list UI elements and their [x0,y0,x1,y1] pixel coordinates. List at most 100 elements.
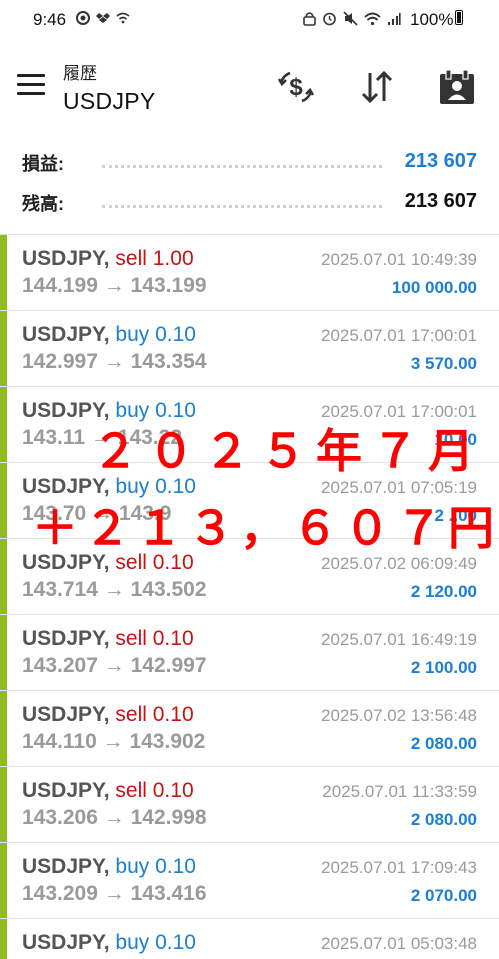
trade-symbol: USDJPY, sell 1.00 [22,247,194,270]
signal-icon [387,12,401,31]
dropbox-icon [96,11,110,25]
trade-time: 2025.07.01 10:49:39 [321,250,477,269]
position-marker [0,387,7,463]
trade-symbol: USDJPY, buy 0.10 [22,931,196,954]
menu-icon[interactable] [17,74,45,96]
profit-label: 損益: [22,154,64,174]
trade-time: 2025.07.02 13:56:48 [321,706,477,725]
position-marker [0,463,7,539]
trade-row[interactable]: USDJPY, buy 0.10 143.11 → 143.22 2025.07… [0,386,499,463]
trade-symbol: USDJPY, sell 0.10 [22,551,194,574]
balance-value: 213 607 [404,190,477,212]
calendar-person-icon [440,69,474,104]
calendar-button[interactable] [437,67,477,107]
trade-prices: 143.714 → 143.502 [22,578,207,601]
trade-prices: 143.206 → 142.998 [22,806,207,829]
trade-side: buy 0.10 [115,855,196,878]
trade-time: 2025.07.01 17:00:01 [321,326,477,345]
trade-side: buy 0.10 [115,323,196,346]
page-title: USDJPY [63,88,156,114]
trade-symbol: USDJPY, sell 0.10 [22,779,194,802]
trade-side: sell 1.00 [115,247,194,270]
trade-prices: 144.199 → 143.199 [22,274,207,297]
system-icons [303,11,401,31]
trade-symbol: USDJPY, buy 0.10 [22,855,196,878]
trade-profit: 2 ..00 [434,506,477,525]
position-marker [0,539,7,615]
trade-row[interactable]: USDJPY, buy 0.10 143.209 → 143.416 2025.… [0,842,499,919]
trade-row[interactable]: USDJPY, buy 0.10 2025.07.01 05:03:48 [0,918,499,959]
trade-side: sell 0.10 [115,551,194,574]
trade-time: 2025.07.01 11:33:59 [322,782,477,801]
trade-row[interactable]: USDJPY, sell 0.10 143.206 → 142.998 2025… [0,766,499,843]
trade-symbol: USDJPY, buy 0.10 [22,323,196,346]
trade-profit: 2 100.00 [410,658,477,677]
trade-profit: 2 120.00 [410,582,477,601]
wifi-off-icon [116,11,130,25]
trade-symbol: USDJPY, sell 0.10 [22,703,194,726]
status-time: 9:46 [33,10,67,29]
trade-time: 2025.07.01 17:00:01 [321,402,477,421]
trade-prices: 143.207 → 142.997 [22,654,207,677]
battery-percent: 100% [410,10,454,29]
trade-prices: 144.110 → 143.902 [22,730,206,753]
trade-prices: 143.209 → 143.416 [22,882,207,905]
trade-prices: 143.70 → 143.9 [22,502,172,525]
trade-time: 2025.07.01 17:09:43 [321,858,477,877]
trade-symbol: USDJPY, buy 0.10 [22,399,196,422]
lock-icon [303,11,316,31]
trade-row[interactable]: USDJPY, buy 0.10 143.70 → 143.9 2025.07.… [0,462,499,539]
trade-symbol: USDJPY, sell 0.10 [22,627,194,650]
trade-profit: 2 070.00 [410,886,477,905]
trade-row[interactable]: USDJPY, sell 0.10 143.207 → 142.997 2025… [0,614,499,691]
trade-time: 2025.07.01 07:05:19 [321,478,477,497]
position-marker [0,235,7,311]
position-marker [0,691,7,767]
trade-side: buy 0.10 [115,399,196,422]
dotted-leader [102,205,382,208]
page-subtitle: 履歴 [63,64,97,83]
alarm-icon [322,11,337,31]
trade-profit: 2 080.00 [410,810,477,829]
sort-button[interactable] [357,67,397,107]
profit-row: 損益: 213 607 [22,150,477,182]
trade-row[interactable]: USDJPY, buy 0.10 142.997 → 143.354 2025.… [0,310,499,387]
mute-icon [343,11,358,31]
trade-prices: 143.11 → 143.22 [22,426,182,449]
trade-side: sell 0.10 [115,627,194,650]
trade-prices: 142.997 → 143.354 [22,350,207,373]
battery-icon [455,10,463,25]
balance-row: 残高: 213 607 [22,190,477,222]
trade-symbol: USDJPY, buy 0.10 [22,475,196,498]
position-marker [0,843,7,919]
dollar-exchange-icon: $ [277,71,315,103]
trade-profit: 100 000.00 [391,278,477,297]
notification-icon [76,11,90,25]
trade-profit: 10.00 [434,430,477,449]
trade-row[interactable]: USDJPY, sell 0.10 143.714 → 143.502 2025… [0,538,499,615]
sort-arrows-icon [361,70,393,104]
trade-side: sell 0.10 [115,703,194,726]
trade-time: 2025.07.02 06:09:49 [321,554,477,573]
trade-side: sell 0.10 [115,779,194,802]
position-marker [0,767,7,843]
trade-profit: 3 570.00 [410,354,477,373]
dotted-leader [102,165,382,168]
status-bar: 9:46 100% [0,0,499,40]
trade-side: buy 0.10 [115,931,196,954]
trade-row[interactable]: USDJPY, sell 1.00 144.199 → 143.199 2025… [0,234,499,311]
trade-side: buy 0.10 [115,475,196,498]
notification-icons [76,11,130,25]
currency-filter-button[interactable]: $ [276,67,316,107]
balance-label: 残高: [22,194,64,214]
app-header: 履歴 USDJPY $ [0,40,499,135]
wifi-icon [364,12,381,31]
position-marker [0,311,7,387]
trade-time: 2025.07.01 16:49:19 [321,630,477,649]
position-marker [0,919,7,959]
profit-value: 213 607 [404,150,477,172]
trade-time: 2025.07.01 05:03:48 [321,934,477,953]
svg-text:$: $ [289,74,303,101]
trade-row[interactable]: USDJPY, sell 0.10 144.110 → 143.902 2025… [0,690,499,767]
position-marker [0,615,7,691]
